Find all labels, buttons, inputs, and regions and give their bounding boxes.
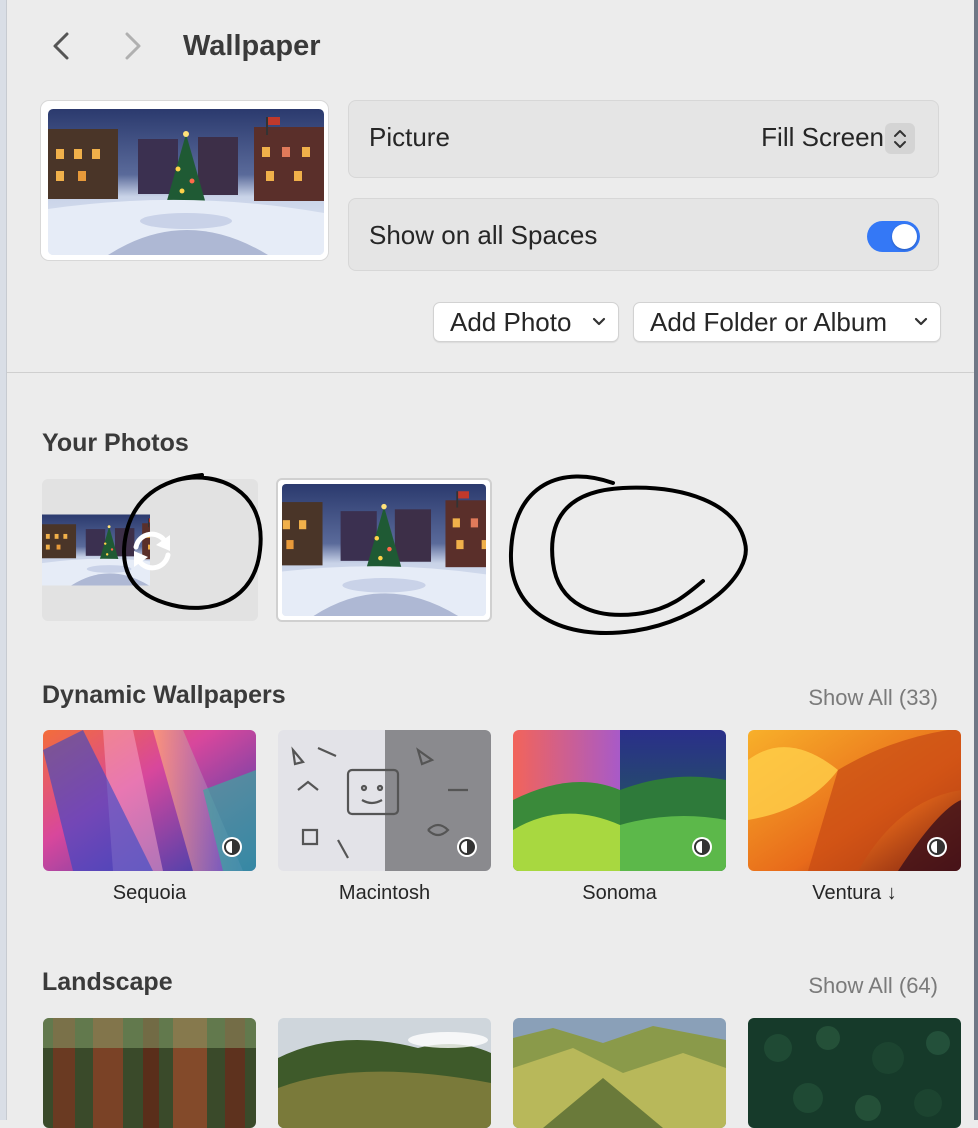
show-all-spaces-row: Show on all Spaces [348,198,939,271]
add-photo-button[interactable]: Add Photo [433,302,619,342]
sonoma-label: Sonoma [582,882,657,904]
wallpaper-macintosh[interactable] [278,730,491,871]
window-edge-left [0,0,7,1120]
canyon-image [513,1018,726,1128]
add-folder-button[interactable]: Add Folder or Album [633,302,941,342]
show-all-spaces-toggle[interactable] [867,221,920,252]
page-title: Wallpaper [183,30,321,62]
section-divider [7,372,974,373]
chevron-left-icon [53,32,69,60]
landscape-thumbnail-hills[interactable] [278,1018,491,1128]
toggle-knob [892,224,917,249]
landscape-thumbnail-canyon[interactable] [513,1018,726,1128]
forward-button[interactable] [115,28,151,64]
landscape-show-all-button[interactable]: Show All (64) [808,973,938,999]
forest-image [748,1018,961,1128]
wallpaper-window: Wallpaper Picture Fill Screen Show on al… [7,0,974,1128]
dynamic-wallpaper-icon [222,837,242,857]
dynamic-wallpaper-icon [927,837,947,857]
landscape-title: Landscape [42,968,173,996]
wallpaper-ventura[interactable] [748,730,961,871]
wallpaper-preview-image [48,109,324,255]
up-down-chevron-icon [894,129,906,148]
landscape-thumbnail-forest[interactable] [748,1018,961,1128]
landscape-thumbnail-redwoods[interactable] [43,1018,256,1128]
wallpaper-sequoia[interactable] [43,730,256,871]
macintosh-label: Macintosh [338,882,431,904]
dynamic-wallpaper-icon [457,837,477,857]
chevron-right-icon [125,32,141,60]
window-edge-right [974,0,978,1120]
hand-drawn-scribble [508,474,748,635]
picture-fit-value[interactable]: Fill Screen [761,122,884,153]
photo-shuffle-thumbnail[interactable] [42,479,258,621]
ventura-label: Ventura ↓ [812,882,897,904]
add-folder-label: Add Folder or Album [650,306,888,337]
hills-image [278,1018,491,1128]
sequoia-label: Sequoia [112,882,187,904]
picture-label: Picture [369,122,450,152]
chevron-down-icon [592,317,606,326]
picture-fit-row: Picture Fill Screen [348,100,939,178]
photo-thumbnail[interactable] [276,478,492,622]
back-button[interactable] [43,28,79,64]
redwoods-image [43,1018,256,1128]
wallpaper-sonoma[interactable] [513,730,726,871]
current-wallpaper-preview [40,100,329,261]
chevron-down-icon [914,317,928,326]
your-photos-title: Your Photos [42,429,189,457]
dynamic-show-all-button[interactable]: Show All (33) [808,685,938,711]
show-all-spaces-label: Show on all Spaces [369,220,598,250]
picture-fit-stepper[interactable] [885,123,915,154]
dynamic-wallpapers-title: Dynamic Wallpapers [42,681,286,709]
photo-thumbnail-image [282,484,486,616]
refresh-icon [133,531,171,571]
add-photo-label: Add Photo [450,306,572,337]
dynamic-wallpaper-icon [692,837,712,857]
